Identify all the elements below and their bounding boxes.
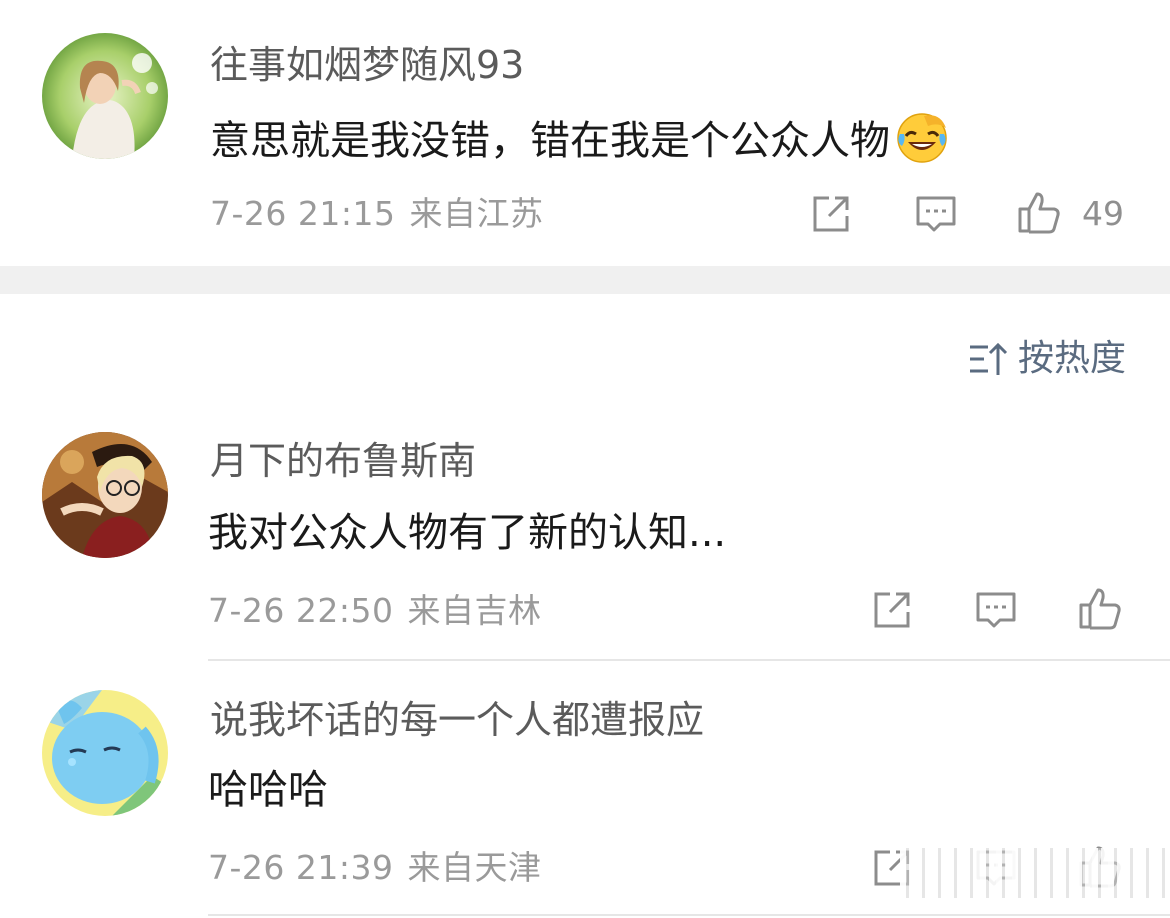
like-button[interactable] — [1078, 586, 1122, 630]
comment-date: 7-26 21:15 — [210, 194, 396, 233]
comment-divider — [208, 914, 1170, 916]
thumbs-up-icon — [1079, 588, 1121, 630]
comment-date: 7-26 21:39 — [208, 848, 394, 887]
comment-meta: 7-26 22:50 来自吉林 — [208, 590, 542, 632]
comment-meta: 7-26 21:39 来自天津 — [208, 847, 542, 889]
thumbs-up-icon — [1018, 192, 1060, 234]
comment-username[interactable]: 往事如烟梦随风93 — [210, 42, 524, 88]
comment-icon — [916, 196, 956, 232]
comment-location: 来自江苏 — [409, 194, 544, 233]
comment-location: 来自吉林 — [407, 591, 542, 630]
comment-button[interactable] — [914, 192, 958, 236]
comment-location: 来自天津 — [407, 848, 542, 887]
comment-button[interactable] — [974, 588, 1018, 632]
comment-page: 往事如烟梦随风93 意思就是我没错，错在我是个公众人物 7-26 21:15 来自… — [0, 0, 1170, 918]
share-icon — [874, 592, 910, 628]
avatar[interactable] — [42, 690, 168, 816]
comment-meta: 7-26 21:15 来自江苏 — [210, 193, 544, 235]
comment-text-body: 意思就是我没错，错在我是个公众人物 — [210, 118, 890, 164]
comment-icon — [976, 592, 1016, 628]
sort-by-hot-button[interactable]: 按热度 — [968, 336, 1126, 382]
comment-divider — [208, 659, 1170, 661]
section-divider — [0, 266, 1170, 294]
comment-username[interactable]: 月下的布鲁斯南 — [210, 438, 476, 484]
comment-date: 7-26 22:50 — [208, 591, 394, 630]
like-count: 49 — [1082, 194, 1124, 233]
like-button[interactable] — [1017, 190, 1061, 234]
comment-text: 我对公众人物有了新的认知... — [208, 510, 727, 556]
laughing-crying-emoji-icon — [894, 108, 950, 164]
share-button[interactable] — [870, 588, 914, 632]
avatar[interactable] — [42, 33, 168, 159]
comment-username[interactable]: 说我坏话的每一个人都遭报应 — [210, 697, 704, 743]
sort-label: 按热度 — [1017, 338, 1126, 379]
comment-text: 哈哈哈 — [208, 767, 328, 813]
avatar[interactable] — [42, 432, 168, 558]
share-icon — [813, 196, 849, 232]
sort-icon — [969, 342, 1008, 375]
share-button[interactable] — [809, 192, 853, 236]
comment-text: 意思就是我没错，错在我是个公众人物 — [210, 108, 950, 166]
watermark-overlay — [900, 848, 1170, 898]
